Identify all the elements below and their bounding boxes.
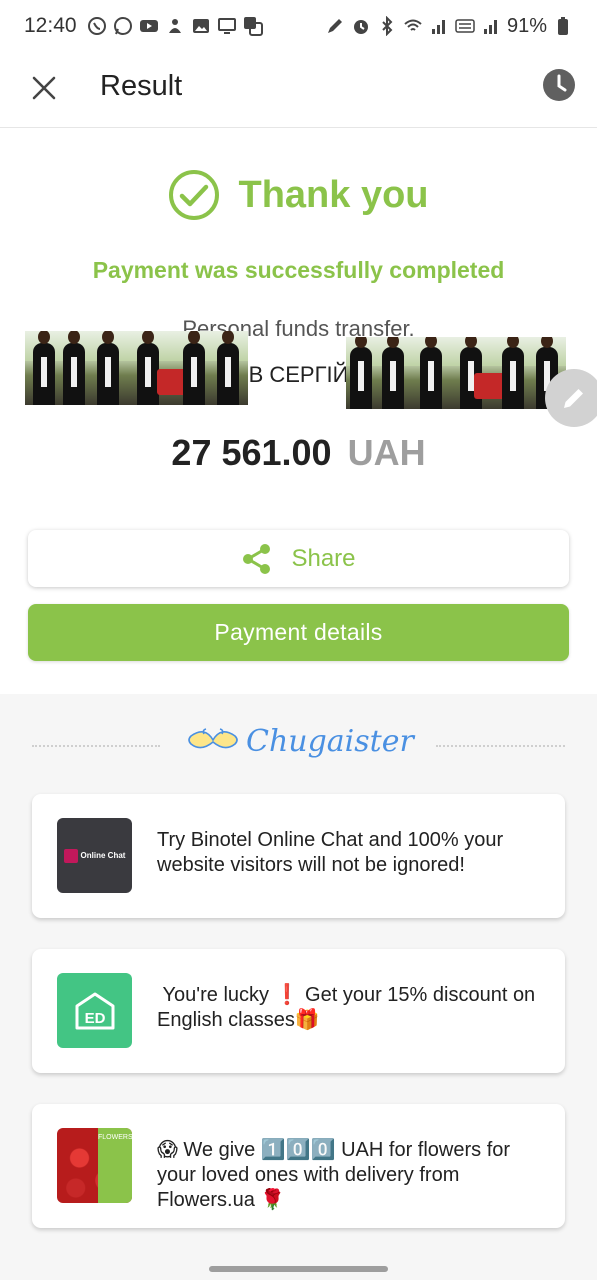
promo-card[interactable]: FLOWERS.UA 😱 We give 1️⃣0️⃣0️⃣ UAH for f…	[32, 1104, 565, 1228]
gesture-navigation-handle[interactable]	[209, 1266, 388, 1272]
amount-value: 27 561.00	[171, 432, 332, 473]
edit-button[interactable]	[545, 369, 597, 427]
promo-section: Chugaister Online Chat Try Binotel Onlin…	[0, 694, 597, 1280]
divider-right	[436, 745, 565, 747]
promo-card[interactable]: Online Chat Try Binotel Online Chat and …	[32, 794, 565, 918]
whatsapp-icon	[113, 16, 133, 36]
signal-icon	[429, 16, 449, 36]
close-icon	[32, 76, 56, 100]
battery-percent: 91%	[506, 14, 547, 37]
binotel-logo-icon	[63, 848, 78, 863]
promo-card-text: You're lucky ❗ Get your 15% discount on …	[157, 984, 536, 1031]
result-section: Thank you Payment was successfully compl…	[0, 129, 597, 694]
amount-row: 27 561.00 UAH	[0, 432, 597, 474]
payment-details-label: Payment details	[214, 619, 383, 645]
share-label: Share	[291, 544, 356, 572]
english-classes-thumbnail: ED	[57, 973, 132, 1048]
divider-left	[32, 745, 160, 747]
payment-details-button[interactable]: Payment details	[28, 604, 569, 661]
chugaister-logo: Chugaister	[186, 724, 414, 759]
viber-icon	[87, 16, 107, 36]
online-chat-thumbnail: Online Chat	[57, 818, 132, 893]
thank-you-heading: Thank you	[238, 173, 429, 216]
payment-status-text: Payment was successfully completed	[92, 257, 505, 283]
notification-icon	[165, 16, 185, 36]
ed-logo-icon: ED	[75, 992, 114, 1029]
volte-icon	[455, 16, 475, 36]
brand-row: Chugaister	[0, 724, 597, 772]
bluetooth-icon	[377, 16, 397, 36]
alarm-icon	[351, 16, 371, 36]
promo-card-text: 😱 We give 1️⃣0️⃣0️⃣ UAH for flowers for …	[157, 1139, 511, 1211]
share-button[interactable]: Share	[28, 530, 569, 587]
meme-photo-left	[25, 331, 248, 405]
clock-icon	[543, 69, 575, 101]
mustache-icon	[188, 727, 238, 748]
gallery-icon	[191, 16, 211, 36]
status-bar: 12:40 91%	[0, 0, 597, 52]
battery-icon	[553, 16, 573, 36]
app-bar: Result	[0, 52, 597, 128]
pen-icon	[325, 16, 345, 36]
screen-icon	[217, 16, 237, 36]
wifi-icon	[403, 16, 423, 36]
thanks-row: Thank you	[0, 169, 597, 221]
youtube-icon	[139, 16, 159, 36]
signal-icon	[481, 16, 501, 36]
flowers-tag: FLOWERS.UA	[98, 1128, 132, 1203]
brand-name: Chugaister	[246, 724, 414, 759]
svg-text:ED: ED	[84, 1010, 105, 1027]
flowers-thumbnail: FLOWERS.UA	[57, 1128, 132, 1203]
history-button[interactable]	[542, 68, 576, 102]
status-notification-icons	[87, 16, 263, 36]
status-system-icons: 91%	[325, 15, 573, 38]
share-icon	[243, 543, 271, 574]
promo-card[interactable]: ED You're lucky ❗ Get your 15% discount …	[32, 949, 565, 1073]
amount-currency: UAH	[347, 432, 426, 473]
close-button[interactable]	[26, 70, 62, 106]
pencil-icon	[564, 389, 583, 408]
page-title: Result	[100, 70, 183, 102]
promo-card-text: Try Binotel Online Chat and 100% your we…	[157, 829, 504, 876]
check-circle-icon	[169, 170, 220, 220]
status-time: 12:40	[24, 14, 77, 37]
meme-photo-right	[346, 337, 566, 409]
translate-icon	[243, 16, 263, 36]
